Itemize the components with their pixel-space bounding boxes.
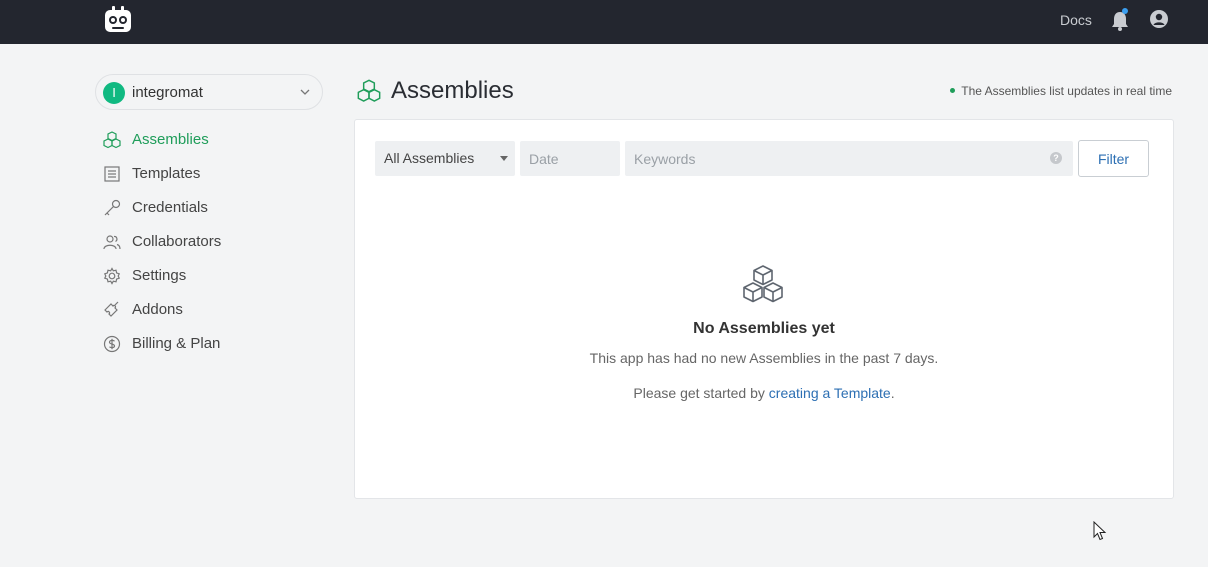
cubes-icon [103,131,121,149]
dollar-icon [103,335,121,353]
list-icon [104,166,120,182]
sidebar-item-credentials[interactable]: Credentials [103,195,313,229]
empty-state-cta: Please get started by creating a Templat… [355,385,1173,401]
realtime-note: The Assemblies list updates in real time [961,84,1172,98]
workspace-avatar: I [103,82,125,104]
sidebar-item-label: Collaborators [132,233,222,250]
sidebar-item-label: Templates [132,165,201,182]
user-circle-icon[interactable] [1150,10,1168,28]
empty-state-description: This app has had no new Assemblies in th… [589,350,939,366]
assemblies-panel: All Assemblies ? Filter No Assemblies ye… [354,119,1174,499]
sidebar-item-settings[interactable]: Settings [103,263,313,297]
sidebar-item-billing[interactable]: Billing & Plan [103,331,313,365]
workspace-selector[interactable]: I integromat [95,74,323,110]
users-icon [103,235,121,250]
sidebar-item-collaborators[interactable]: Collaborators [103,229,313,263]
filter-button[interactable]: Filter [1078,140,1149,177]
sidebar-item-label: Settings [132,267,187,284]
assembly-type-select[interactable]: All Assemblies [375,141,515,176]
workspace-name: integromat [132,84,203,101]
sidebar-item-label: Assemblies [132,131,209,148]
key-icon [104,199,121,216]
sidebar-nav: Assemblies Templates Credentials Collabo… [103,127,313,365]
puzzle-icon [104,301,119,317]
realtime-status: The Assemblies list updates in real time [950,84,1172,98]
docs-link[interactable]: Docs [1060,12,1092,28]
chevron-down-icon [300,89,310,95]
status-dot [950,88,956,94]
cta-prefix: Please get started by [633,385,769,401]
cubes-icon [743,265,783,303]
bell-icon[interactable] [1111,11,1129,31]
assembly-type-value: All Assemblies [384,150,475,166]
sidebar-item-label: Billing & Plan [132,335,221,352]
empty-state-title: No Assemblies yet [693,320,835,337]
sidebar-item-assemblies[interactable]: Assemblies [103,127,313,161]
sidebar-item-label: Addons [132,301,183,318]
caret-down-icon [500,156,508,161]
gear-icon [103,267,121,285]
notification-dot [1122,8,1128,14]
robot-logo-icon[interactable] [104,5,132,33]
create-template-link[interactable]: creating a Template [769,385,891,401]
page-title: Assemblies [391,77,514,104]
cta-suffix: . [890,385,895,401]
top-bar: Docs [0,0,1208,44]
cubes-icon [357,79,381,102]
date-input[interactable] [520,141,620,176]
sidebar-item-templates[interactable]: Templates [103,161,313,195]
mouse-cursor-icon [1093,521,1107,541]
sidebar-item-addons[interactable]: Addons [103,297,313,331]
help-icon[interactable]: ? [1050,152,1062,164]
sidebar-item-label: Credentials [132,199,208,216]
keywords-input[interactable] [625,141,1073,176]
